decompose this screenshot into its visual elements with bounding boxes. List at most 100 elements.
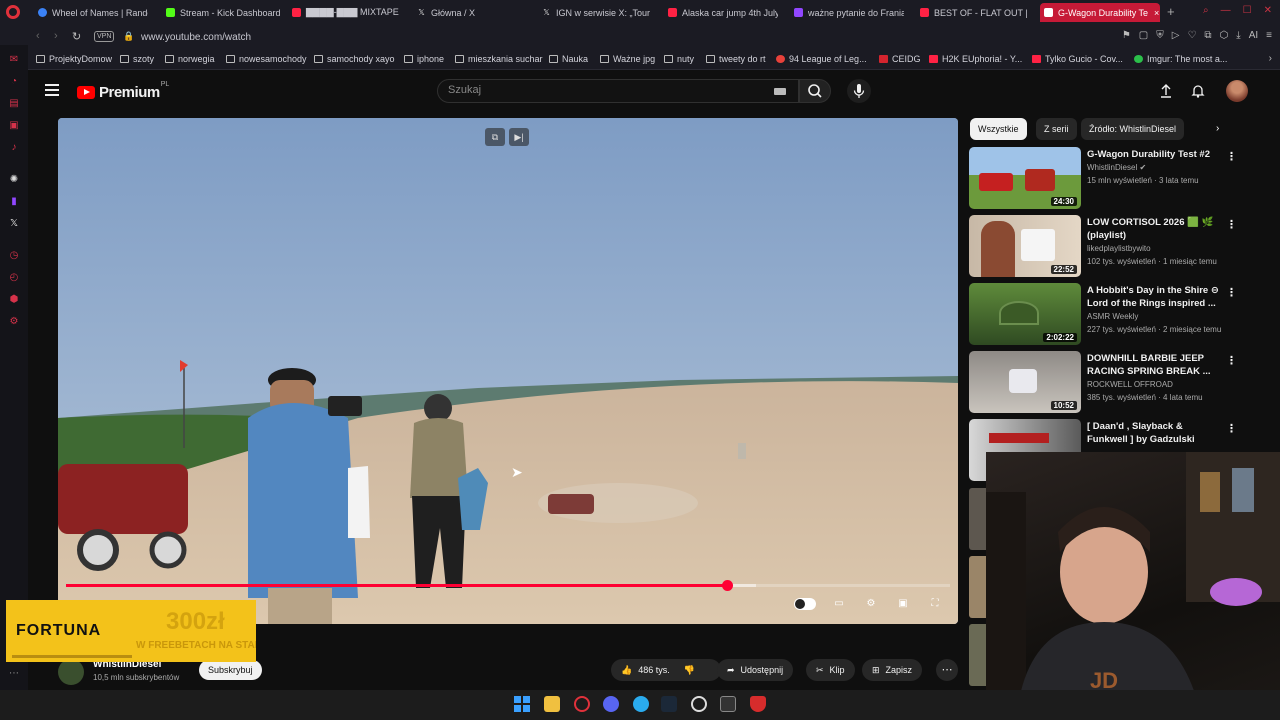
bookmark-folder[interactable]: szoty bbox=[120, 54, 154, 64]
video-thumbnail[interactable]: 10:52 bbox=[969, 351, 1081, 413]
account-avatar[interactable] bbox=[1226, 80, 1248, 102]
bookmark-link[interactable]: Imgur: The most a... bbox=[1134, 54, 1227, 64]
subtitles-icon[interactable]: ▭ bbox=[830, 597, 848, 611]
video-options-icon[interactable]: ⋮ bbox=[1226, 286, 1237, 299]
reload-icon[interactable]: ↻ bbox=[72, 30, 81, 43]
chatgpt-icon[interactable]: ✺ bbox=[8, 174, 20, 186]
video-thumbnail[interactable] bbox=[969, 624, 986, 686]
video-title[interactable]: G-Wagon Durability Test #2 bbox=[1087, 148, 1225, 161]
share-button[interactable]: ➦ Udostępnij bbox=[717, 659, 794, 681]
play-icon[interactable]: ▷ bbox=[1172, 30, 1180, 41]
shield-app-icon[interactable] bbox=[750, 696, 766, 712]
bookmark-folder[interactable]: nowesamochody bbox=[226, 54, 307, 64]
opera-taskbar-icon[interactable] bbox=[574, 696, 590, 712]
video-options-icon[interactable]: ⋮ bbox=[1226, 150, 1237, 163]
yt-menu-icon[interactable] bbox=[45, 84, 59, 99]
bookmark-folder[interactable]: Nauka bbox=[549, 54, 588, 64]
settings-gear-icon[interactable]: ⚙ bbox=[862, 597, 880, 611]
search-tabs-icon[interactable]: ⌕ bbox=[1203, 5, 1209, 16]
settings-icon[interactable]: ⚙ bbox=[8, 316, 20, 328]
theater-mode-icon[interactable]: ▣ bbox=[894, 597, 912, 611]
telegram-icon[interactable] bbox=[633, 696, 649, 712]
voice-search-button[interactable] bbox=[847, 79, 871, 103]
bookmark-folder[interactable]: nuty bbox=[664, 54, 694, 64]
recommendation-item[interactable]: 10:52 DOWNHILL BARBIE JEEP RACING SPRING… bbox=[969, 351, 1251, 415]
recommendation-item[interactable]: 22:52 LOW CORTISOL 2026 🟩 🌿 (playlist) l… bbox=[969, 215, 1251, 279]
video-title[interactable]: LOW CORTISOL 2026 🟩 🌿 (playlist) bbox=[1087, 216, 1225, 242]
menu-icon[interactable]: ≡ bbox=[1266, 30, 1272, 41]
save-button[interactable]: ⊞ Zapisz bbox=[862, 659, 923, 681]
video-channel[interactable]: ASMR Weekly bbox=[1087, 312, 1138, 321]
youtube-premium-logo[interactable]: Premium PL bbox=[77, 81, 169, 101]
obs-icon[interactable] bbox=[691, 696, 707, 712]
bookmark-folder[interactable]: tweety do rt bbox=[706, 54, 766, 64]
discord-icon[interactable] bbox=[603, 696, 619, 712]
bookmark-folder[interactable]: iphone bbox=[404, 54, 444, 64]
file-explorer-icon[interactable] bbox=[544, 696, 560, 712]
cube-icon[interactable]: ⬡ bbox=[1220, 30, 1229, 41]
bookmark-link[interactable]: H2K EUphoria! - Y... bbox=[929, 54, 1022, 64]
clip-button[interactable]: ✂ Klip bbox=[806, 659, 855, 681]
like-count[interactable]: 486 tys. bbox=[638, 665, 670, 675]
bookmark-folder[interactable]: samochody xayo bbox=[314, 54, 395, 64]
bookmark-folder[interactable]: ProjektyDomow bbox=[36, 54, 112, 64]
opera-logo-icon[interactable] bbox=[6, 5, 20, 19]
tab-x-home[interactable]: 𝕏 Główna / X bbox=[413, 3, 525, 22]
windows-start-icon[interactable] bbox=[514, 696, 530, 712]
bookmark-folder[interactable]: Ważne jpg bbox=[600, 54, 655, 64]
tab-g-wagon-active[interactable]: G-Wagon Durability Te × bbox=[1040, 3, 1160, 22]
tab-mixtape[interactable]: ▇▇▇▇-▇▇▇ MIXTAPE bbox=[288, 3, 400, 22]
search-input[interactable] bbox=[448, 84, 758, 96]
like-icon[interactable]: 👍 bbox=[621, 665, 632, 676]
history-icon[interactable]: ◔ bbox=[8, 76, 20, 88]
pinboard-icon[interactable]: ▣ bbox=[8, 120, 20, 132]
steam-icon[interactable] bbox=[661, 696, 677, 712]
minimize-icon[interactable]: — bbox=[1221, 5, 1231, 16]
video-thumbnail[interactable]: 24:30 bbox=[969, 147, 1081, 209]
back-icon[interactable]: ‹ bbox=[36, 30, 40, 42]
chip-source[interactable]: Źródło: WhistlinDiesel bbox=[1081, 118, 1185, 140]
skip-next-icon[interactable]: ▶| bbox=[509, 128, 529, 146]
bookmark-link[interactable]: CEIDG bbox=[879, 54, 921, 64]
video-player[interactable]: ⧉ ▶| ➤ ▭ ⚙ ▣ ⛶ bbox=[58, 118, 958, 624]
tab-kick-dashboard[interactable]: Stream - Kick Dashboard bbox=[162, 3, 280, 22]
video-title[interactable]: [ Daan'd , Slayback & Funkwell ] by Gadz… bbox=[1087, 420, 1225, 446]
video-channel[interactable]: ROCKWELL OFFROAD bbox=[1087, 380, 1173, 389]
tab-wheel-of-names[interactable]: Wheel of Names | Rando bbox=[34, 3, 148, 22]
clock-icon[interactable]: ◷ bbox=[8, 250, 20, 262]
bookmark-link[interactable]: 94 League of Leg... bbox=[776, 54, 867, 64]
snapshot-icon[interactable]: ▢ bbox=[1139, 30, 1148, 41]
tab-ign-x[interactable]: 𝕏 IGN w serwisie X: „Tour T bbox=[538, 3, 652, 22]
maximize-icon[interactable]: ☐ bbox=[1243, 5, 1252, 16]
vpn-badge[interactable]: VPN bbox=[94, 31, 115, 42]
fullscreen-icon[interactable]: ⛶ bbox=[926, 597, 944, 611]
channel-avatar[interactable] bbox=[58, 659, 84, 685]
terminal-icon[interactable] bbox=[720, 696, 736, 712]
tab-alaska-car-jump[interactable]: Alaska car jump 4th July bbox=[664, 3, 778, 22]
more-actions-icon[interactable]: ⋯ bbox=[936, 659, 958, 681]
video-channel[interactable]: WhistlinDiesel ✔ bbox=[1087, 163, 1146, 172]
aria-ai-button[interactable]: AI bbox=[1249, 30, 1258, 41]
music-icon[interactable]: ♪ bbox=[8, 142, 20, 154]
bookmark-folder[interactable]: norwegia bbox=[165, 54, 215, 64]
chip-all[interactable]: Wszystkie bbox=[970, 118, 1027, 140]
video-thumbnail[interactable] bbox=[969, 488, 986, 550]
timer-icon[interactable]: ◴ bbox=[8, 272, 20, 284]
video-thumbnail[interactable]: 22:52 bbox=[969, 215, 1081, 277]
video-options-icon[interactable]: ⋮ bbox=[1226, 354, 1237, 367]
recommendation-item[interactable]: 24:30 G-Wagon Durability Test #2 Whistli… bbox=[969, 147, 1251, 211]
url-field[interactable]: www.youtube.com/watch bbox=[141, 32, 251, 43]
recommendation-item[interactable]: 2:02:22 A Hobbit's Day in the Shire ⊖ Lo… bbox=[969, 283, 1251, 347]
download-icon[interactable]: ⤓ bbox=[1236, 30, 1240, 41]
video-options-icon[interactable]: ⋮ bbox=[1226, 218, 1237, 231]
forward-icon[interactable]: › bbox=[54, 30, 58, 42]
video-title[interactable]: A Hobbit's Day in the Shire ⊖ Lord of th… bbox=[1087, 284, 1225, 310]
progress-bar[interactable] bbox=[66, 580, 950, 591]
lock-icon[interactable]: 🔒 bbox=[123, 31, 134, 42]
video-options-icon[interactable]: ⋮ bbox=[1226, 422, 1237, 435]
bookmarks-overflow-icon[interactable]: › bbox=[1269, 53, 1272, 64]
x-icon[interactable]: 𝕏 bbox=[8, 218, 20, 230]
autoplay-toggle[interactable] bbox=[794, 598, 816, 610]
search-button[interactable] bbox=[799, 79, 831, 103]
twitch-icon[interactable]: ▮ bbox=[8, 196, 20, 208]
